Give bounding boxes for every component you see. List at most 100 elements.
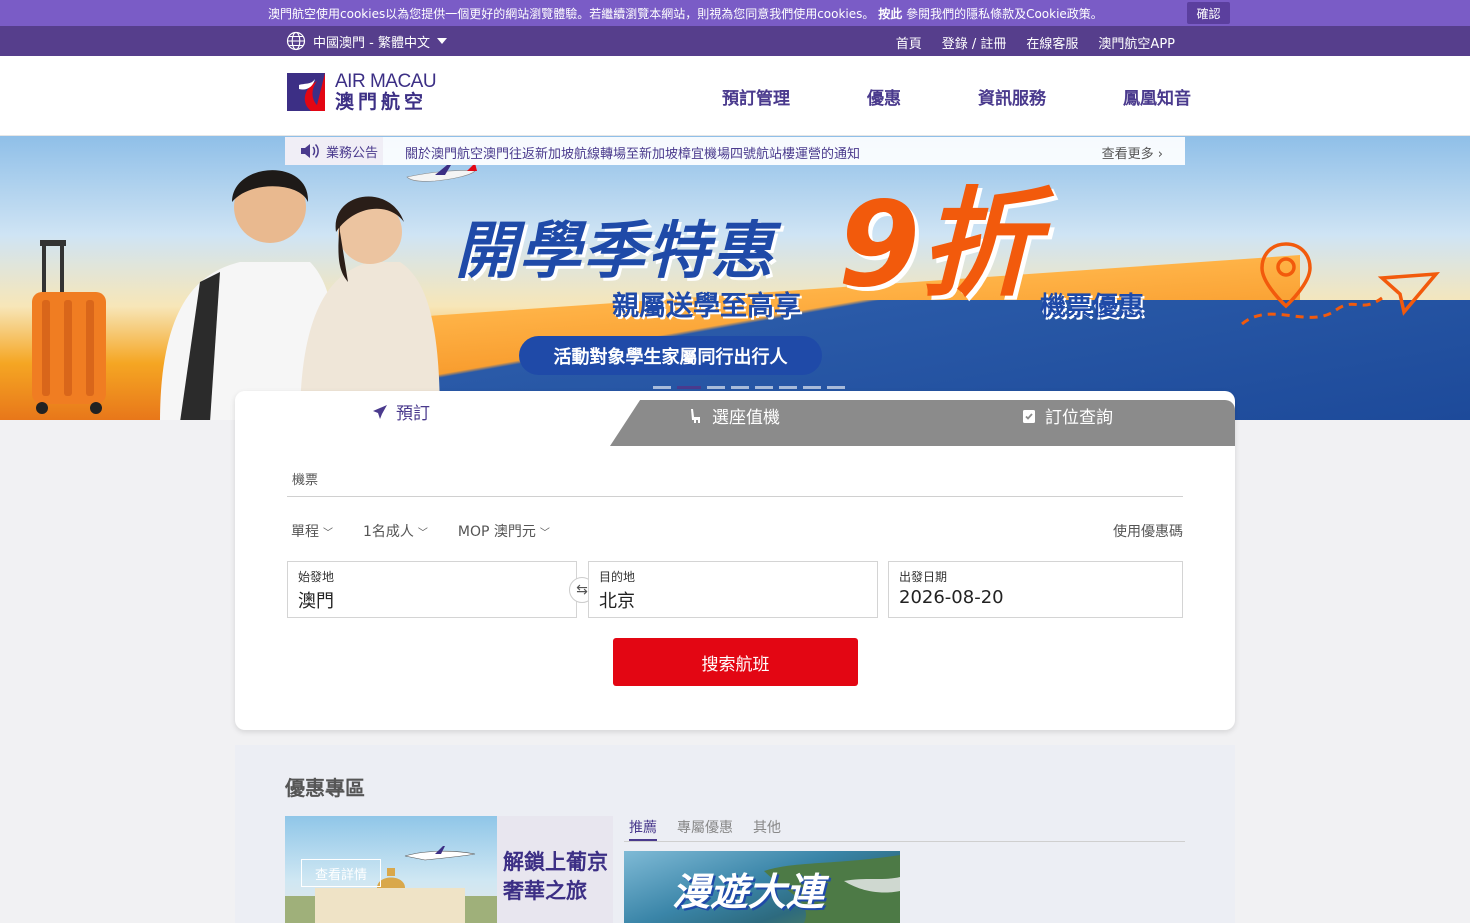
nav-offers[interactable]: 優惠 [867,84,901,109]
cookie-confirm-button[interactable]: 確認 [1187,2,1230,24]
cookie-text-post: 參閱我們的隱私條款及Cookie政策。 [906,7,1103,21]
passengers-value: 1名成人 [363,524,414,540]
tab-manage-booking-label: 訂位查詢 [1045,408,1113,428]
carousel-dot[interactable] [707,386,725,389]
airplane-illustration [406,163,477,182]
chevron-down-icon: ﹀ [417,528,428,539]
chevron-down-icon: ﹀ [323,528,333,539]
locale-selector[interactable]: 中國澳門 - 繁體中文 [286,31,447,51]
nav-info-services[interactable]: 資訊服務 [978,84,1046,109]
trip-type-value: 單程 [291,524,319,540]
announcement-more-link[interactable]: 查看更多 › [1102,143,1163,162]
promo-tab-exclusive[interactable]: 專屬優惠 [677,817,733,841]
main-nav: 預訂管理 優惠 資訊服務 鳳凰知音 [722,84,1191,109]
cookie-text-pre: 澳門航空使用cookies以為您提供一個更好的網站瀏覽體驗。若繼續瀏覽本網站，則… [268,7,875,21]
caret-down-icon [436,38,447,44]
promo-card-title-line-2: 奢華之旅 [503,879,587,904]
promo-card-title-line-1: 解鎖上葡京 [503,850,608,874]
departure-date-field[interactable]: 出發日期 2026-08-20 [888,561,1183,618]
globe-icon [286,31,306,51]
site-header: AIR MACAU 澳門航空 預訂管理 優惠 資訊服務 鳳凰知音 [0,56,1470,136]
announcement-bar: 業務公告 關於澳門航空澳門往返新加坡航線轉場至新加坡樟宜機場四號航站樓運營的通知… [285,137,1185,165]
promo-tab-recommended[interactable]: 推薦 [629,817,657,841]
seat-icon [691,408,700,423]
origin-label: 始發地 [298,570,335,584]
hero-subtitle-2: 機票優惠 [1040,292,1145,322]
route-pin-illustration [1241,242,1440,326]
promo-tabs: 推薦 專屬優惠 其他 [624,817,1185,842]
booking-tabs: 預訂 選座值機 訂位查詢 [235,391,1235,446]
carousel-dot[interactable] [677,386,701,389]
hero-discount: 9折 [838,175,1039,313]
promo-card-detail-button[interactable]: 查看詳情 [301,859,381,887]
currency-dropdown[interactable]: MOP 澳門元 ﹀ [458,521,550,541]
clipboard-check-icon [1023,409,1035,423]
link-home[interactable]: 首頁 [896,33,922,52]
link-login-register[interactable]: 登錄 / 註冊 [942,33,1007,52]
carousel-dot[interactable] [653,386,671,389]
hero-banner[interactable]: 開學季特惠 9折 親屬送學至高享 機票優惠 活動對象學生家屬同行出行人 [0,136,1470,420]
trip-options: 單程 ﹀ 1名成人 ﹀ MOP 澳門元 ﹀ [291,521,550,541]
link-app[interactable]: 澳門航空APP [1098,33,1175,52]
cookie-text: 澳門航空使用cookies以為您提供一個更好的網站瀏覽體驗。若繼續瀏覽本網站，則… [268,5,1103,22]
utility-links: 首頁 登錄 / 註冊 在線客服 澳門航空APP [896,33,1175,52]
announcement-message[interactable]: 關於澳門航空澳門往返新加坡航線轉場至新加坡樟宜機場四號航站樓運營的通知 [405,143,860,162]
departure-date-label: 出發日期 [899,570,948,584]
link-online-service[interactable]: 在線客服 [1026,33,1078,52]
tab-manage-booking[interactable]: 訂位查詢 [1021,403,1113,428]
nav-booking-management[interactable]: 預訂管理 [722,84,790,109]
product-label: 機票 [292,473,319,488]
logo-english: AIR MACAU [335,71,437,92]
announcement-more-label: 查看更多 [1101,147,1154,162]
carousel-dot[interactable] [731,386,749,389]
air-macau-logo[interactable]: AIR MACAU 澳門航空 [287,71,437,113]
announcement-tag-label: 業務公告 [326,145,379,161]
cookie-banner: 澳門航空使用cookies以為您提供一個更好的網站瀏覽體驗。若繼續瀏覽本網站，則… [0,0,1470,26]
top-utility-nav: 中國澳門 - 繁體中文 首頁 登錄 / 註冊 在線客服 澳門航空APP [0,26,1470,56]
promo-tab-other[interactable]: 其他 [753,817,781,841]
origin-field[interactable]: 始發地 澳門 [287,561,577,618]
swap-icon: ⇆ [576,582,588,598]
tab-checkin-label: 選座值機 [712,408,780,428]
tab-book-label: 預訂 [396,404,430,424]
announcement-tag: 業務公告 [285,137,383,165]
promo-code-link[interactable]: 使用優惠碼 [1113,521,1183,541]
hero-title: 開學季特惠 [455,214,776,287]
plane-icon [373,404,387,419]
departure-date-value: 2026-08-20 [899,587,1004,608]
destination-field[interactable]: 目的地 北京 [588,561,878,618]
destination-value: 北京 [599,591,635,612]
chevron-right-icon: › [1157,147,1163,162]
trip-type-dropdown[interactable]: 單程 ﹀ [291,521,333,541]
promo-card-grand-lisboa[interactable]: 解鎖上葡京 奢華之旅 查看詳情 [285,816,613,923]
speaker-icon [301,143,319,159]
hero-subtitle: 親屬送學至高享 [612,291,801,322]
carousel-dot[interactable] [827,386,845,389]
promotions-section: 優惠專區 解鎖上葡京 奢華之旅 查看詳情 推薦 專屬優惠 其他 漫遊大連 [235,745,1235,923]
tab-checkin[interactable]: 選座值機 [688,403,780,428]
nav-phoenix-miles[interactable]: 鳳凰知音 [1123,84,1191,109]
cookie-policy-link[interactable]: 按此 [878,7,902,21]
destination-label: 目的地 [599,570,636,584]
promo-image-text: 漫遊大連 [672,870,825,914]
passengers-dropdown[interactable]: 1名成人 ﹀ [363,521,428,541]
carousel-dot[interactable] [803,386,821,389]
chevron-down-icon: ﹀ [539,528,550,539]
promotions-title: 優惠專區 [285,776,365,800]
promo-image-dalian[interactable]: 漫遊大連 [624,851,900,923]
carousel-dot[interactable] [779,386,797,389]
logo-chinese: 澳門航空 [335,91,428,113]
phoenix-logo-icon [287,73,325,111]
suitcase-illustration [32,240,106,414]
carousel-dots [653,386,845,389]
travelers-illustration [160,170,440,420]
search-flights-button[interactable]: 搜索航班 [613,638,858,686]
tab-book[interactable]: 預訂 [372,399,430,424]
hero-eligibility-pill: 活動對象學生家屬同行出行人 [519,336,822,375]
carousel-dot[interactable] [755,386,773,389]
locale-label: 中國澳門 - 繁體中文 [313,35,430,51]
product-selector[interactable]: 機票 [287,469,1183,497]
currency-value: MOP 澳門元 [457,524,536,540]
promo-card-title: 解鎖上葡京 奢華之旅 [503,848,608,907]
booking-widget: 預訂 選座值機 訂位查詢 機票 單程 ﹀ 1名成人 ﹀ MOP 澳門元 ﹀ 使用優惠碼… [235,391,1235,730]
